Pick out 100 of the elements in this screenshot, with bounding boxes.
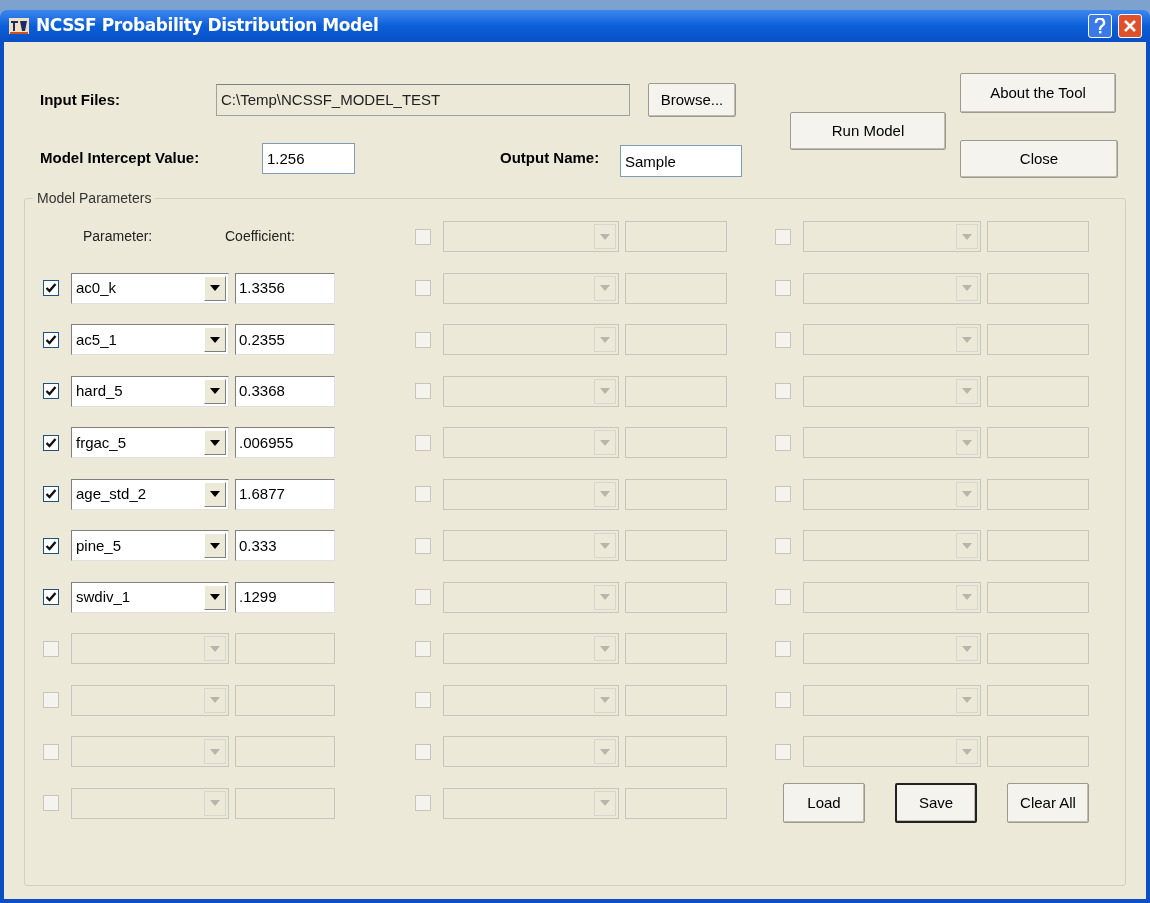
check-icon [45,385,57,398]
coefficient-field[interactable]: 0.333 [235,530,335,562]
dropdown-arrow-icon [210,645,220,652]
coefficient-field[interactable]: .006955 [235,427,335,459]
dropdown-arrow-icon [962,594,972,601]
parameter-dropdown[interactable]: swdiv_1 [71,581,229,613]
dialog-button[interactable]: Load [783,783,865,824]
run-model-button[interactable]: Run Model [790,112,946,150]
checkbox[interactable] [43,280,59,297]
parameter-dropdown[interactable] [443,633,619,665]
dropdown-arrow-icon [210,594,220,601]
parameter-dropdown[interactable]: frgac_5 [71,427,229,459]
coefficient-field[interactable] [987,324,1089,356]
close-dialog-button[interactable]: Close [960,140,1118,178]
coefficient-field[interactable] [625,633,727,665]
coefficient-field[interactable] [625,324,727,356]
parameter-dropdown[interactable]: pine_5 [71,530,229,562]
parameter-dropdown[interactable] [71,684,229,716]
parameter-dropdown[interactable]: ac5_1 [71,324,229,356]
coefficient-field[interactable] [987,530,1089,562]
coefficient-field[interactable] [987,581,1089,613]
parameter-dropdown[interactable] [443,375,619,407]
parameter-dropdown[interactable] [803,272,981,304]
parameter-dropdown[interactable] [71,736,229,768]
parameter-dropdown[interactable] [803,736,981,768]
dropdown-arrow-icon [210,697,220,704]
parameter-dropdown[interactable] [443,736,619,768]
parameter-dropdown[interactable]: ac0_k [71,272,229,304]
column-header: Parameter: [83,227,154,247]
coefficient-field[interactable] [625,478,727,510]
coefficient-field[interactable]: 0.3368 [235,375,335,407]
parameter-dropdown[interactable] [803,684,981,716]
coefficient-field[interactable] [625,736,727,768]
about-button[interactable]: About the Tool [960,73,1116,113]
parameter-dropdown[interactable] [71,787,229,819]
coefficient-field[interactable] [987,221,1089,253]
coefficient-field[interactable]: 1.6877 [235,478,335,510]
parameter-dropdown[interactable] [803,375,981,407]
parameter-dropdown[interactable] [443,324,619,356]
dropdown-arrow-icon [600,697,610,704]
coefficient-field[interactable] [235,787,335,819]
parameter-dropdown[interactable] [803,633,981,665]
coefficient-field[interactable] [625,221,727,253]
parameter-dropdown[interactable] [443,530,619,562]
dropdown-arrow-icon [962,285,972,292]
help-button[interactable] [1088,14,1112,38]
coefficient-field[interactable] [235,684,335,716]
parameter-dropdown[interactable] [443,427,619,459]
close-button[interactable] [1118,14,1142,38]
coefficient-field[interactable] [987,478,1089,510]
parameter-dropdown[interactable] [803,530,981,562]
checkbox[interactable] [43,537,59,554]
parameter-dropdown[interactable] [443,272,619,304]
parameter-dropdown[interactable] [443,221,619,253]
parameter-dropdown[interactable] [803,324,981,356]
checkbox[interactable] [43,434,59,451]
browse-button[interactable]: Browse... [648,83,736,117]
coefficient-field[interactable]: .1299 [235,581,335,613]
coefficient-field[interactable] [235,736,335,768]
coefficient-field[interactable] [987,633,1089,665]
coefficient-field[interactable] [625,787,727,819]
coefficient-field[interactable] [625,375,727,407]
coefficient-field[interactable] [235,633,335,665]
dropdown-arrow-icon [600,542,610,549]
parameter-dropdown[interactable] [803,478,981,510]
parameter-dropdown[interactable] [443,581,619,613]
dropdown-arrow-icon [600,748,610,755]
coefficient-field[interactable] [625,530,727,562]
coefficient-field[interactable] [987,684,1089,716]
dialog-button[interactable]: Save [895,783,977,824]
coefficient-field[interactable] [625,272,727,304]
coefficient-field[interactable] [625,684,727,716]
parameter-dropdown[interactable] [803,221,981,253]
parameter-dropdown[interactable]: age_std_2 [71,478,229,510]
coefficient-field[interactable] [987,272,1089,304]
dialog-button[interactable]: Clear All [1007,783,1089,824]
output-name-field[interactable]: Sample [620,145,742,177]
checkbox[interactable] [43,331,59,348]
coefficient-field[interactable] [625,427,727,459]
checkbox[interactable] [43,486,59,503]
parameter-dropdown[interactable] [443,787,619,819]
dropdown-arrow-icon [600,336,610,343]
parameter-dropdown[interactable] [443,478,619,510]
parameter-dropdown[interactable] [443,684,619,716]
intercept-field[interactable]: 1.256 [262,142,355,174]
coefficient-field[interactable] [625,581,727,613]
parameter-dropdown[interactable] [71,633,229,665]
coefficient-field[interactable]: 0.2355 [235,324,335,356]
coefficient-field[interactable] [987,375,1089,407]
coefficient-field[interactable]: 1.3356 [235,272,335,304]
checkbox[interactable] [43,589,59,606]
parameter-dropdown[interactable] [803,581,981,613]
coefficient-field[interactable] [987,427,1089,459]
parameter-dropdown[interactable] [803,427,981,459]
dropdown-arrow-icon [210,542,220,549]
field-label: Model Intercept Value: [40,147,201,168]
coefficient-field[interactable] [987,736,1089,768]
parameter-dropdown[interactable]: hard_5 [71,375,229,407]
checkbox[interactable] [43,383,59,400]
field-label: Input Files: [40,89,121,110]
